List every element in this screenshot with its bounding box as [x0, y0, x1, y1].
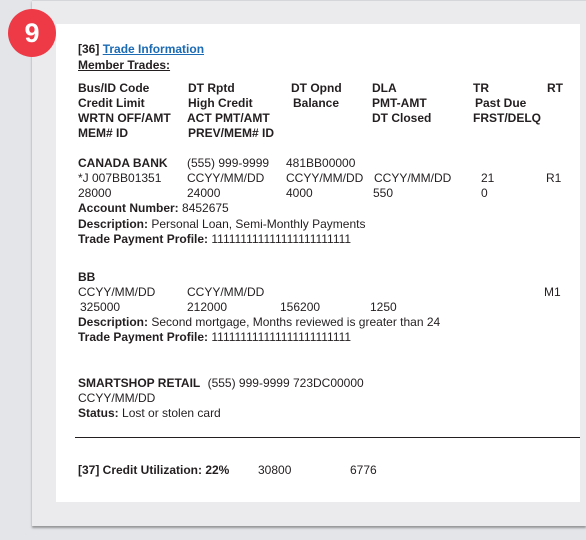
trade-1-bus-id: *J 007BB01351 [78, 171, 162, 185]
header-rt: RT [547, 81, 563, 95]
trade-3-date: CCYY/MM/DD [78, 391, 156, 405]
payment-profile-label: Trade Payment Profile: [78, 232, 209, 246]
trade-information-link[interactable]: Trade Information [103, 42, 204, 56]
section-divider [75, 437, 580, 438]
credit-utilization-value-1: 30800 [258, 463, 292, 477]
trade-3-phone-code: (555) 999-9999 723DC00000 [207, 376, 364, 390]
header-pmt-amt: PMT-AMT [372, 96, 427, 110]
status-value: Lost or stolen card [122, 406, 221, 420]
header-dt-closed: DT Closed [372, 111, 432, 125]
trade-1-payment-profile: Trade Payment Profile: 11111111111111111… [78, 231, 351, 247]
trade-2-balance: 156200 [280, 300, 321, 314]
payment-profile-value: 111111111111111111111111 [211, 232, 352, 246]
description-value: Second mortgage, Months reviewed is grea… [151, 315, 441, 329]
header-high-credit: High Credit [188, 96, 253, 110]
trade-1-name: CANADA BANK [78, 156, 168, 170]
trade-1-credit-limit: 28000 [78, 186, 112, 200]
header-dt-opnd: DT Opnd [291, 81, 342, 95]
account-number-value: 8452675 [182, 201, 229, 215]
trade-1-balance: 4000 [286, 186, 313, 200]
trade-1-code: 481BB00000 [286, 156, 356, 170]
trade-2-credit-limit: 325000 [80, 300, 121, 314]
trade-1-high-credit: 24000 [187, 186, 221, 200]
trade-1-dla: CCYY/MM/DD [374, 171, 452, 185]
trade-1-rt: R1 [546, 171, 562, 185]
member-trades-label: Member Trades: [78, 58, 171, 72]
credit-utilization-label: [37] Credit Utilization: 22% [78, 463, 230, 477]
trade-2-name: BB [78, 270, 96, 284]
header-prev-mem-id: PREV/MEM# ID [188, 126, 275, 140]
trade-1-pmt-amt: 550 [373, 186, 394, 200]
header-frst-delq: FRST/DELQ [473, 111, 541, 125]
payment-profile-label: Trade Payment Profile: [78, 330, 209, 344]
payment-profile-value: 111111111111111111111111 [211, 330, 352, 344]
trade-1-account-number: Account Number: 8452675 [78, 200, 229, 216]
header-balance: Balance [293, 96, 340, 110]
step-number-badge: 9 [8, 9, 56, 57]
credit-utilization-value-2: 6776 [350, 463, 377, 477]
header-tr: TR [473, 81, 489, 95]
header-dla: DLA [372, 81, 397, 95]
trade-1-past-due: 0 [481, 186, 488, 200]
section-36-index: [36] [78, 42, 100, 56]
trade-2-dt-rptd: CCYY/MM/DD [78, 285, 156, 299]
status-label: Status: [78, 406, 119, 420]
trade-2-dt-opnd: CCYY/MM/DD [187, 285, 265, 299]
trade-1-description: Description: Personal Loan, Semi-Monthly… [78, 216, 365, 232]
description-value: Personal Loan, Semi-Monthly Payments [151, 217, 366, 231]
header-wrtn-off-amt: WRTN OFF/AMT [78, 111, 171, 125]
trade-2-payment-profile: Trade Payment Profile: 11111111111111111… [78, 329, 351, 345]
trade-2-high-credit: 212000 [187, 300, 228, 314]
trade-2-rt: M1 [544, 285, 561, 299]
section-36-heading: [36] Trade Information [78, 41, 204, 57]
trade-1-phone: (555) 999-9999 [187, 156, 270, 170]
trade-2-description: Description: Second mortgage, Months rev… [78, 314, 440, 330]
description-label: Description: [78, 315, 149, 329]
trade-2-pmt-amt: 1250 [370, 300, 397, 314]
header-dt-rptd: DT Rptd [188, 81, 235, 95]
account-number-label: Account Number: [78, 201, 179, 215]
trade-1-dt-rptd: CCYY/MM/DD [187, 171, 265, 185]
header-act-pmt-amt: ACT PMT/AMT [187, 111, 270, 125]
header-bus-id-code: Bus/ID Code [78, 81, 150, 95]
description-label: Description: [78, 217, 149, 231]
trade-3-name: SMARTSHOP RETAIL [78, 376, 201, 390]
header-credit-limit: Credit Limit [78, 96, 145, 110]
trade-3-header: SMARTSHOP RETAIL (555) 999-9999 723DC000… [78, 375, 364, 391]
trade-3-status: Status: Lost or stolen card [78, 405, 221, 421]
trade-1-dt-opnd: CCYY/MM/DD [286, 171, 364, 185]
header-past-due: Past Due [475, 96, 527, 110]
trade-1-tr: 21 [481, 171, 495, 185]
header-mem-id: MEM# ID [78, 126, 129, 140]
